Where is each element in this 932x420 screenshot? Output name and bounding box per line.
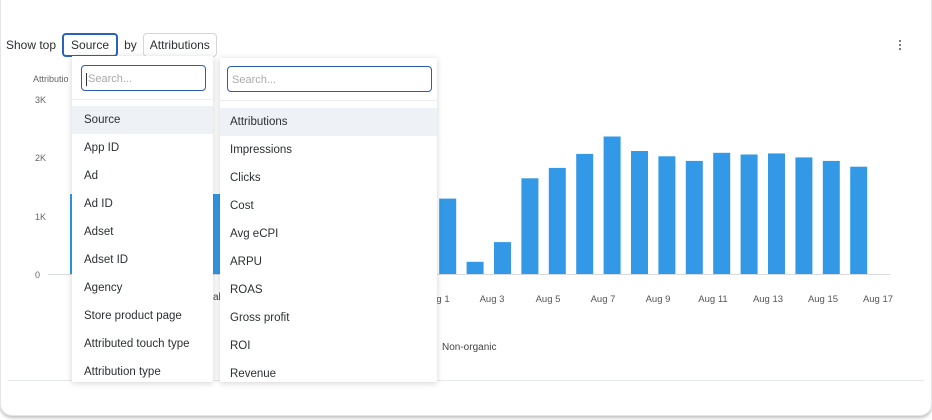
dimension-option[interactable]: Attribution type bbox=[72, 358, 213, 382]
x-tick-label: g 1 bbox=[436, 294, 449, 305]
dimension-option[interactable]: Adset ID bbox=[72, 246, 213, 274]
bar[interactable] bbox=[795, 157, 813, 274]
bar[interactable] bbox=[603, 136, 621, 275]
bar[interactable] bbox=[822, 160, 840, 274]
x-tick-label: Aug 15 bbox=[808, 294, 838, 305]
metric-options-list: Attributions Impressions Clicks Cost Avg eCP… bbox=[220, 108, 437, 382]
x-tick-label: Aug 11 bbox=[698, 294, 727, 305]
bar[interactable] bbox=[768, 153, 785, 274]
x-tick-label: Aug 9 bbox=[646, 294, 671, 305]
bar[interactable] bbox=[685, 160, 703, 274]
metric-option[interactable]: Impressions bbox=[220, 136, 437, 164]
bar[interactable] bbox=[521, 178, 539, 274]
metric-option[interactable]: Cost bbox=[220, 192, 437, 220]
dimension-option[interactable]: Ad bbox=[72, 162, 213, 190]
bar-partial bbox=[213, 194, 220, 274]
metric-option[interactable]: Avg eCPI bbox=[220, 220, 437, 248]
metric-option[interactable]: ROAS bbox=[220, 276, 437, 304]
bar[interactable] bbox=[494, 242, 511, 274]
metric-dropdown: Search... Attributions Impressions Clicks C… bbox=[220, 58, 437, 382]
dimension-option[interactable]: App ID bbox=[72, 134, 213, 162]
x-tick-label: Aug 5 bbox=[536, 294, 561, 305]
bar[interactable] bbox=[658, 156, 676, 274]
bar[interactable] bbox=[850, 166, 868, 274]
x-tick-label: Aug 7 bbox=[591, 294, 616, 305]
bar[interactable] bbox=[439, 198, 457, 274]
bar[interactable] bbox=[548, 167, 566, 274]
bar[interactable] bbox=[713, 152, 731, 274]
bar[interactable] bbox=[631, 151, 648, 274]
x-tick-label: Aug 3 bbox=[480, 294, 505, 305]
x-tick-label: Aug 17 bbox=[863, 294, 893, 305]
metric-option[interactable]: Attributions bbox=[220, 108, 437, 136]
bar[interactable] bbox=[466, 261, 484, 274]
metric-option[interactable]: Revenue bbox=[220, 360, 437, 382]
dimension-option[interactable]: Store product page bbox=[72, 302, 213, 330]
bar[interactable] bbox=[740, 154, 758, 275]
x-tick-label: Aug 13 bbox=[753, 294, 783, 305]
dimension-dropdown: Search... Source App ID Ad Ad ID Adset Adset … bbox=[72, 56, 213, 382]
metric-search-input[interactable]: Search... bbox=[227, 66, 432, 92]
dimension-option[interactable]: Source bbox=[72, 106, 213, 134]
dimension-options-list: Source App ID Ad Ad ID Adset Adset ID Agency St… bbox=[72, 106, 213, 382]
metric-option[interactable]: Clicks bbox=[220, 164, 437, 192]
metric-option[interactable]: ARPU bbox=[220, 248, 437, 276]
dimension-option[interactable]: Attributed touch type bbox=[72, 330, 213, 358]
metric-option[interactable]: ROI bbox=[220, 332, 437, 360]
dimension-option[interactable]: Agency bbox=[72, 274, 213, 302]
metric-option[interactable]: Gross profit bbox=[220, 304, 437, 332]
dimension-option[interactable]: Adset bbox=[72, 218, 213, 246]
legend-non-organic[interactable]: Non-organic bbox=[442, 342, 496, 353]
bar[interactable] bbox=[576, 153, 594, 274]
dimension-search-input[interactable]: Search... bbox=[81, 65, 206, 91]
dimension-option[interactable]: Ad ID bbox=[72, 190, 213, 218]
